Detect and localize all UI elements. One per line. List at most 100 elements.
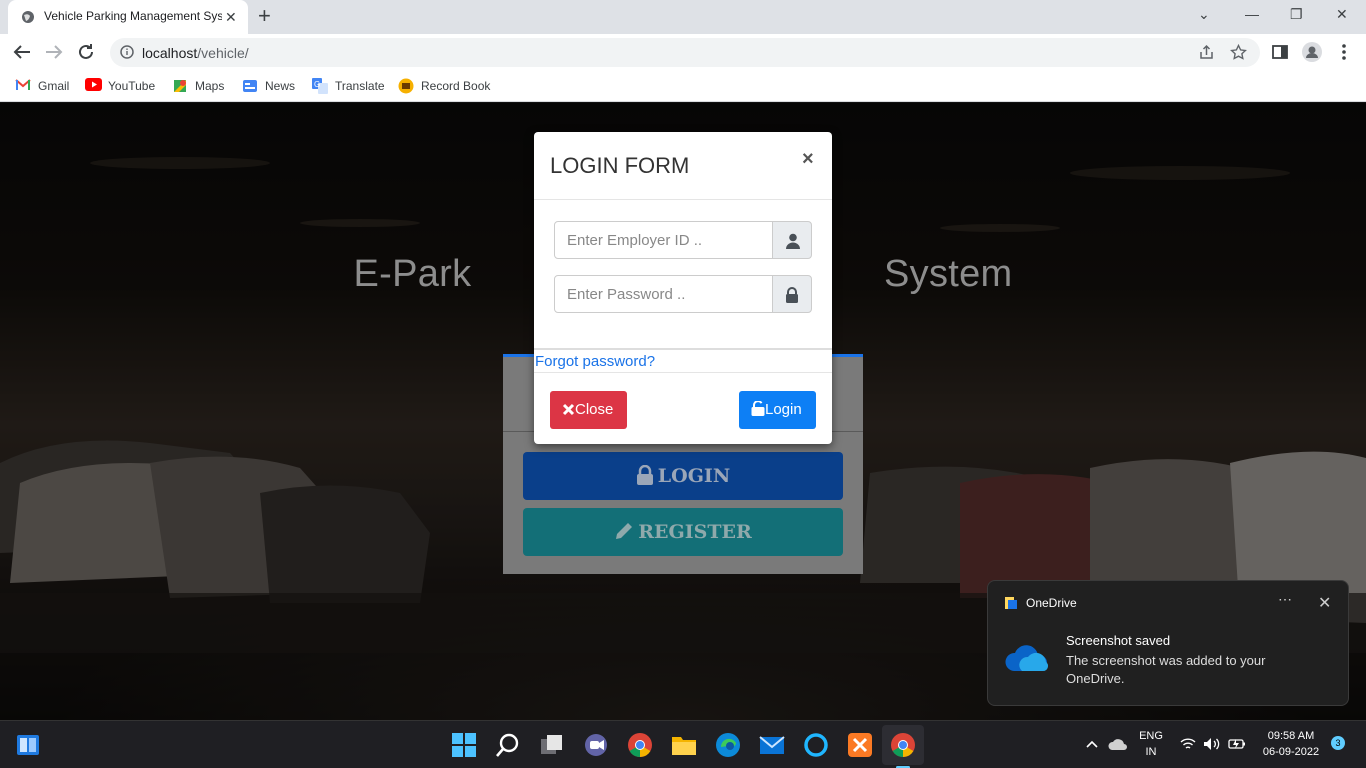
browser-tab[interactable]: Vehicle Parking Management Sys ✕ [8, 0, 248, 34]
page-register-button[interactable]: REGISTER [523, 508, 843, 556]
new-tab-icon[interactable]: + [258, 4, 271, 28]
bookmark-maps[interactable]: Maps [172, 77, 232, 95]
bookmark-gmail[interactable]: Gmail [15, 77, 75, 95]
modal-footer: Close Login [534, 372, 832, 444]
employer-id-input[interactable]: Enter Employer ID .. [554, 221, 773, 259]
bookmark-label: Gmail [38, 79, 70, 93]
close-x-icon [562, 403, 575, 416]
close-button-label: Close [575, 401, 614, 418]
modal-close-icon[interactable]: × [802, 149, 814, 169]
toast-heading: Screenshot saved [1066, 633, 1171, 648]
edge-icon[interactable] [715, 732, 741, 758]
gmail-icon [15, 79, 31, 90]
login-button[interactable]: Login [739, 391, 816, 429]
chrome-icon[interactable] [627, 732, 653, 758]
globe-icon [22, 11, 34, 23]
weather-cloud-icon[interactable] [1108, 736, 1128, 752]
youtube-icon [85, 78, 102, 91]
address-bar[interactable]: localhost/vehicle/ [110, 38, 1260, 67]
page-login-button[interactable]: LOGIN [523, 452, 843, 500]
modal-header: LOGIN FORM × [534, 132, 832, 200]
toast-close-icon[interactable]: ✕ [1318, 593, 1331, 613]
clock-time[interactable]: 09:58 AM [1258, 730, 1324, 742]
cortana-icon[interactable] [803, 732, 829, 758]
bookmark-label: YouTube [108, 79, 156, 93]
task-view-icon[interactable] [539, 732, 565, 758]
minimize-icon[interactable]: — [1245, 6, 1259, 22]
lock-icon [636, 464, 653, 485]
mail-icon[interactable] [759, 732, 785, 758]
bookmark-label: News [265, 79, 296, 93]
tab-title: Vehicle Parking Management Sys [44, 9, 222, 23]
windows-start-icon[interactable] [451, 732, 477, 758]
password-input[interactable]: Enter Password .. [554, 275, 773, 313]
forgot-password-link[interactable]: Forgot password? [535, 353, 655, 370]
page-register-label: REGISTER [638, 521, 752, 543]
bookmark-news[interactable]: News [242, 77, 302, 95]
employer-id-group: Enter Employer ID .. [554, 221, 812, 259]
bookmark-translate[interactable]: G Translate [312, 77, 387, 95]
browser-toolbar: localhost/vehicle/ [0, 34, 1366, 70]
modal-divider [534, 348, 832, 350]
site-info-icon[interactable] [120, 45, 134, 59]
tab-close-icon[interactable]: ✕ [225, 9, 237, 25]
url-text: localhost/vehicle/ [142, 45, 249, 61]
page-login-label: LOGIN [657, 465, 731, 487]
login-modal: LOGIN FORM × Enter Employer ID .. Enter … [534, 132, 832, 444]
language-code[interactable]: ENG [1136, 730, 1166, 742]
pencil-icon [616, 523, 633, 539]
password-addon [772, 275, 812, 313]
bookmark-label: Translate [335, 79, 385, 93]
onedrive-app-icon [1005, 597, 1017, 609]
bookmark-label: Record Book [421, 79, 491, 93]
back-icon[interactable] [10, 40, 34, 64]
notification-badge[interactable]: 3 [1331, 736, 1345, 750]
lock-icon [786, 287, 798, 303]
onedrive-cloud-icon [1005, 645, 1048, 671]
volume-icon[interactable] [1203, 737, 1221, 751]
maximize-icon[interactable]: ❐ [1290, 6, 1303, 23]
search-icon[interactable] [495, 732, 521, 758]
url-host: localhost [142, 45, 198, 61]
side-panel-icon[interactable] [1270, 42, 1290, 62]
chrome-active-icon[interactable] [890, 732, 916, 758]
forward-icon[interactable] [42, 40, 66, 64]
password-group: Enter Password .. [554, 275, 812, 313]
battery-icon[interactable] [1228, 737, 1246, 751]
onedrive-notification[interactable]: OneDrive ⋯ ✕ Screenshot saved The screen… [987, 580, 1349, 706]
bookmark-record-book[interactable]: Record Book [398, 77, 498, 95]
bookmark-star-icon[interactable] [1230, 44, 1247, 61]
profile-icon[interactable] [1302, 42, 1322, 62]
toast-more-icon[interactable]: ⋯ [1278, 591, 1292, 608]
user-icon [786, 233, 800, 249]
reload-icon[interactable] [74, 40, 98, 64]
translate-icon: G [312, 78, 328, 94]
bookmarks-bar: Gmail YouTube Maps News G Translate Reco… [0, 70, 1366, 102]
menu-kebab-icon[interactable] [1334, 42, 1354, 62]
toast-app-name: OneDrive [1026, 596, 1077, 610]
news-icon [243, 80, 257, 92]
bookmark-youtube[interactable]: YouTube [85, 77, 160, 95]
bookmark-label: Maps [195, 79, 225, 93]
tray-chevron-up-icon[interactable] [1085, 737, 1099, 751]
maps-icon [174, 80, 186, 92]
toast-body: The screenshot was added to your OneDriv… [1066, 653, 1266, 686]
teams-chat-icon[interactable] [583, 732, 609, 758]
widgets-icon[interactable] [16, 733, 40, 757]
language-region[interactable]: IN [1136, 746, 1166, 758]
windows-taskbar: ENG IN 09:58 AM 06-09-2022 [0, 720, 1366, 768]
wifi-icon[interactable] [1180, 737, 1196, 751]
clock-date[interactable]: 06-09-2022 [1256, 746, 1326, 758]
login-button-label: Login [765, 401, 802, 418]
url-path: /vehicle/ [197, 45, 249, 61]
xampp-icon[interactable] [847, 732, 873, 758]
svg-text:G: G [314, 80, 320, 89]
close-button[interactable]: Close [550, 391, 627, 429]
window-close-icon[interactable]: ✕ [1336, 6, 1348, 23]
file-explorer-icon[interactable] [671, 732, 697, 758]
share-icon[interactable] [1198, 44, 1215, 61]
unlock-icon [751, 400, 765, 416]
tab-search-icon[interactable]: ⌄ [1198, 6, 1210, 23]
employer-id-addon [772, 221, 812, 259]
record-book-icon [398, 78, 414, 94]
